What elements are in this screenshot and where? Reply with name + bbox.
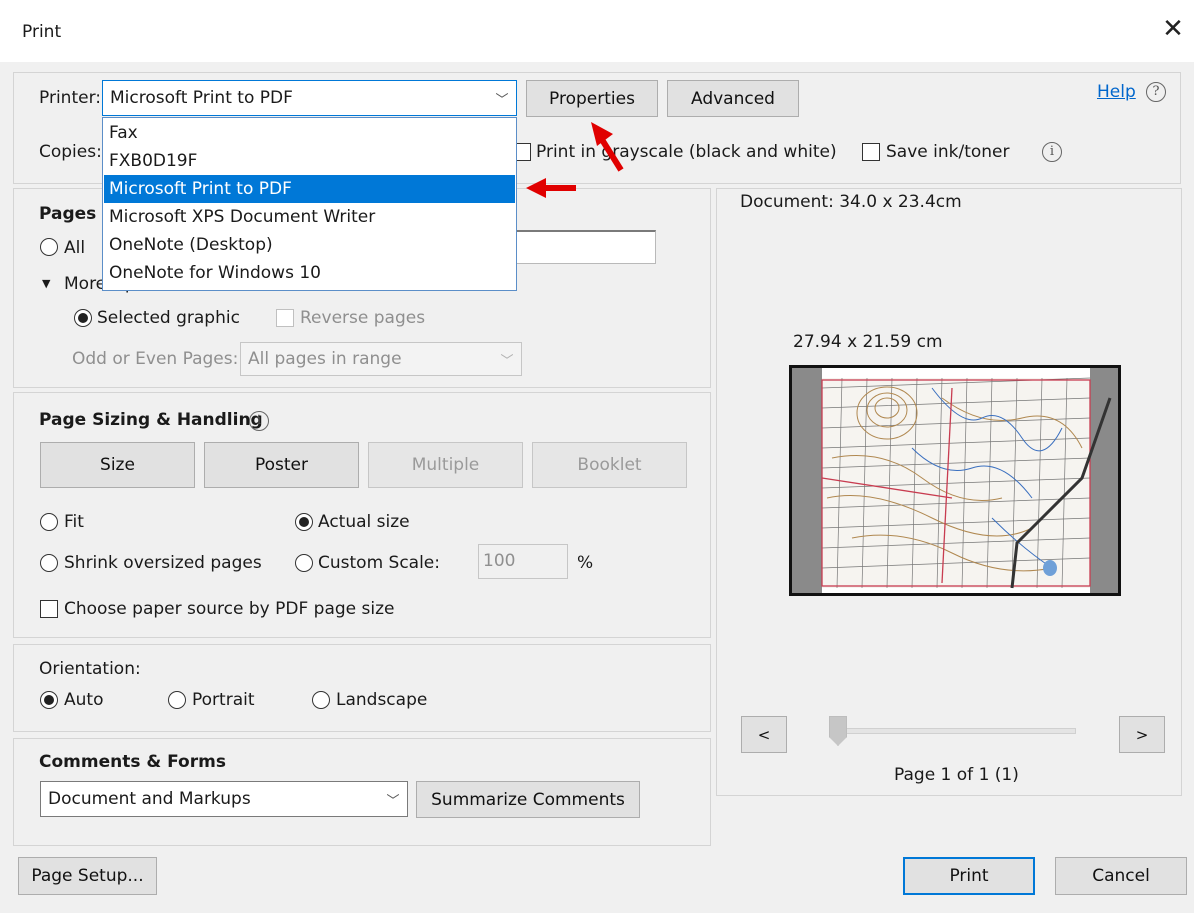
landscape-label: Landscape [336,690,428,710]
auto-radio[interactable] [40,691,58,709]
sizing-title: Page Sizing & Handling [39,410,263,430]
title-bar: Print ✕ [0,0,1194,62]
fit-radio[interactable] [40,513,58,531]
close-icon[interactable]: ✕ [1158,14,1188,44]
odd-even-select[interactable]: All pages in range ﹀ [240,342,522,376]
grayscale-label: Print in grayscale (black and white) [536,142,837,162]
actual-size-radio[interactable] [295,513,313,531]
portrait-label: Portrait [192,690,255,710]
help-link[interactable]: Help [1097,82,1136,102]
print-button[interactable]: Print [903,857,1035,895]
print-dialog: Print ✕ Printer: Microsoft Print to PDF … [0,0,1194,913]
portrait-radio[interactable] [168,691,186,709]
printer-select-value: Microsoft Print to PDF [110,88,293,108]
size-tab[interactable]: Size [40,442,195,488]
comments-title: Comments & Forms [39,752,226,772]
orientation-title: Orientation: [39,659,141,679]
selected-graphic-label: Selected graphic [97,308,240,328]
prev-page-button[interactable]: < [741,716,787,753]
document-size: Document: 34.0 x 23.4cm [740,192,962,212]
cancel-button-label: Cancel [1092,866,1150,886]
properties-button[interactable]: Properties [526,80,658,117]
reverse-pages-label: Reverse pages [300,308,426,328]
window-title: Print [22,22,62,42]
orientation-group [13,644,711,732]
annotation-arrow-properties [591,122,624,172]
custom-scale-radio[interactable] [295,554,313,572]
map-preview-image [792,368,1118,593]
chevron-down-icon: ﹀ [386,793,400,809]
shrink-radio[interactable] [40,554,58,572]
selected-graphic-radio[interactable] [74,309,92,327]
chevron-down-icon: ﹀ [500,353,514,369]
paper-source-label: Choose paper source by PDF page size [64,599,395,619]
shrink-label: Shrink oversized pages [64,553,262,573]
odd-even-label: Odd or Even Pages: [72,349,239,369]
save-ink-checkbox[interactable] [862,143,880,161]
page-setup-button[interactable]: Page Setup... [18,857,157,895]
pages-title: Pages t [39,204,111,224]
save-ink-label: Save ink/toner [886,142,1010,162]
page-setup-label: Page Setup... [31,866,144,886]
all-pages-label: All [64,238,86,258]
booklet-tab[interactable]: Booklet [532,442,687,488]
next-page-button[interactable]: > [1119,716,1165,753]
printer-option[interactable]: OneNote (Desktop) [104,231,515,259]
multiple-tab-label: Multiple [411,455,480,475]
help-icon[interactable]: ? [1146,82,1166,102]
comments-select-value: Document and Markups [48,789,251,809]
properties-button-label: Properties [549,88,635,109]
pages-range-field[interactable] [516,230,656,264]
percent-label: % [577,553,594,573]
printer-option-selected[interactable]: Microsoft Print to PDF [104,175,515,203]
printer-label: Printer: [39,88,101,108]
chevron-down-icon: ﹀ [495,92,509,108]
printer-select[interactable]: Microsoft Print to PDF ﹀ [102,80,517,116]
advanced-button[interactable]: Advanced [667,80,799,117]
printer-option[interactable]: Fax [104,119,515,147]
summarize-comments-label: Summarize Comments [431,789,625,810]
auto-label: Auto [64,690,104,710]
copies-label: Copies: [39,142,102,162]
booklet-tab-label: Booklet [577,455,642,475]
annotation-arrow-selected-printer [526,178,576,198]
custom-scale-input[interactable]: 100 [478,544,568,579]
summarize-comments-button[interactable]: Summarize Comments [416,781,640,818]
advanced-button-label: Advanced [691,88,775,109]
printer-dropdown-list: Fax FXB0D19F Microsoft Print to PDF Micr… [102,117,517,291]
actual-size-label: Actual size [318,512,410,532]
all-pages-radio[interactable] [40,238,58,256]
printer-option[interactable]: FXB0D19F [104,147,515,175]
sizing-info-icon[interactable]: i [249,411,269,431]
prev-page-label: < [757,725,771,744]
multiple-tab[interactable]: Multiple [368,442,523,488]
printer-option[interactable]: OneNote for Windows 10 [104,259,515,287]
size-tab-label: Size [100,455,135,475]
poster-tab-label: Poster [254,455,309,475]
info-icon[interactable]: i [1042,142,1062,162]
triangle-down-icon[interactable]: ▼ [42,277,50,290]
custom-scale-label: Custom Scale: [318,553,440,573]
page-preview [789,365,1121,596]
paper-source-checkbox[interactable] [40,600,58,618]
odd-even-value: All pages in range [248,349,402,369]
next-page-label: > [1135,725,1149,744]
cancel-button[interactable]: Cancel [1055,857,1187,895]
page-indicator: Page 1 of 1 (1) [894,765,1019,785]
printer-option[interactable]: Microsoft XPS Document Writer [104,203,515,231]
custom-scale-value: 100 [483,551,516,571]
poster-tab[interactable]: Poster [204,442,359,488]
fit-label: Fit [64,512,84,532]
paper-size: 27.94 x 21.59 cm [793,332,943,352]
reverse-pages-checkbox[interactable] [276,309,294,327]
print-button-label: Print [949,866,989,886]
page-slider-track[interactable] [830,728,1076,734]
landscape-radio[interactable] [312,691,330,709]
comments-select[interactable]: Document and Markups ﹀ [40,781,408,817]
